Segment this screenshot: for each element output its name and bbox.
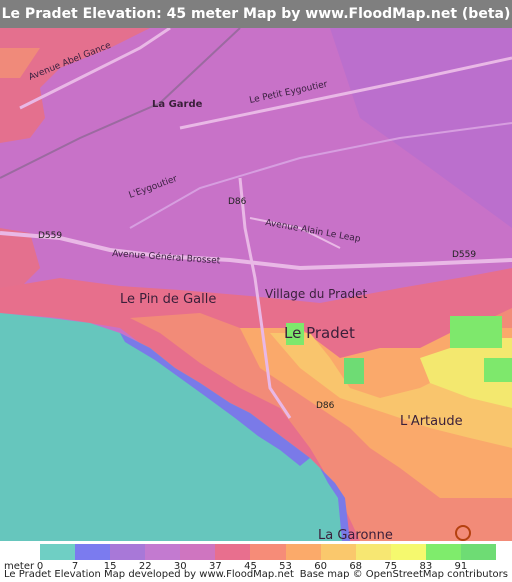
legend-tick-label: 53 <box>279 561 292 572</box>
legend-swatch <box>390 544 427 560</box>
legend-swatch <box>320 544 357 560</box>
legend-tick-label: 30 <box>173 561 187 572</box>
legend-tick-label: 0 <box>36 561 44 572</box>
place-lartaude: L'Artaude <box>400 414 463 429</box>
legend-swatch <box>75 544 111 560</box>
legend-swatch <box>40 544 76 560</box>
legend-tick-label: 83 <box>419 561 433 572</box>
legend-swatch <box>460 544 497 560</box>
legend-swatch <box>110 544 146 560</box>
legend-tick-label: 45 <box>244 561 257 572</box>
legend-swatch <box>250 544 287 560</box>
credit-right: Base map © OpenStreetMap contributors <box>299 569 508 580</box>
legend-tick-label: 68 <box>349 561 363 572</box>
road-label-d559-east: D559 <box>452 250 476 260</box>
elevation-map[interactable]: Avenue Abel Gance Le Petit Eygoutier L'E… <box>0 28 512 541</box>
road-label-d559-west: D559 <box>38 231 62 241</box>
place-la-garonne: La Garonne <box>318 528 393 541</box>
place-la-garde: La Garde <box>152 99 203 110</box>
place-le-pin-de-galle: Le Pin de Galle <box>120 292 216 307</box>
legend-swatch <box>145 544 181 560</box>
page-title: Le Pradet Elevation: 45 meter Map by www… <box>1 6 511 22</box>
elevation-legend: meter Le Pradet Elevation Map developed … <box>0 541 512 582</box>
road-label-d86-north: D86 <box>228 197 247 207</box>
legend-swatches <box>40 544 500 560</box>
place-le-pradet: Le Pradet <box>284 324 355 342</box>
legend-tick-label: 22 <box>138 561 152 572</box>
legend-swatch <box>180 544 216 560</box>
legend-tick-label: 7 <box>71 561 79 572</box>
legend-swatch <box>425 544 462 560</box>
legend-tick-label: 60 <box>314 561 327 572</box>
legend-swatch <box>355 544 392 560</box>
legend-tick-label: 15 <box>103 561 117 572</box>
legend-swatch <box>285 544 322 560</box>
place-village-du-pradet: Village du Pradet <box>265 287 367 301</box>
legend-tick-label: 91 <box>454 561 468 572</box>
land-green-high-southeast <box>484 358 512 382</box>
land-green-high-east <box>450 316 502 348</box>
land-green-high-center <box>344 358 364 384</box>
flood-map-page: Le Pradet Elevation: 45 meter Map by www… <box>0 0 512 582</box>
legend-tick-label: 75 <box>384 561 398 572</box>
legend-swatch <box>215 544 251 560</box>
road-label-d86-south: D86 <box>316 401 335 411</box>
legend-tick-label: 37 <box>209 561 222 572</box>
